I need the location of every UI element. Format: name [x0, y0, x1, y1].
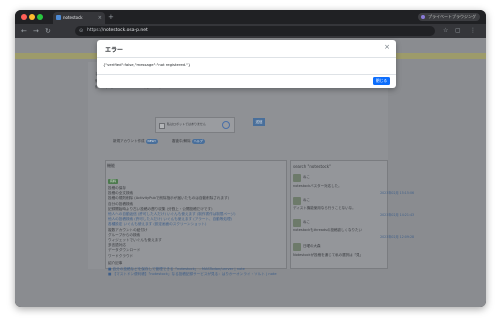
search-heading: search "notestock"	[293, 164, 331, 169]
post-body: Notestockが投稿を通じて私の選択は「見」	[293, 253, 364, 257]
minimize-window-button[interactable]	[29, 14, 35, 20]
tab-bar: notestock × + プライベートブラウジング	[15, 10, 486, 24]
lock-icon: ⊝	[79, 28, 84, 34]
feature-item: ワードクラウド	[108, 253, 134, 258]
avatar[interactable]	[293, 243, 301, 251]
post-date[interactable]: 2023年02月 15:15:06	[380, 190, 414, 195]
recaptcha-label: 私はロボットではありません	[167, 122, 206, 126]
avatar[interactable]	[293, 219, 301, 227]
modal-title: エラー	[105, 47, 124, 54]
help-badge: ヘルプ	[191, 139, 205, 144]
modal-divider	[97, 74, 396, 75]
back-button[interactable]: ←	[21, 26, 27, 36]
tab-title: notestock	[63, 15, 83, 20]
browser-toolbar: ← → ↻ ⊝ https://notestock.osa-p.net ☆ ▢ …	[15, 24, 486, 38]
tab-close-icon[interactable]: ×	[98, 12, 102, 24]
modal-close-icon[interactable]: ×	[384, 43, 390, 51]
private-mode-icon	[421, 15, 425, 19]
post-user[interactable]: ねこ	[303, 198, 310, 203]
new-account-link[interactable]: 新規アカウント作成 NEW!	[113, 138, 158, 145]
zoom-window-button[interactable]	[37, 14, 43, 20]
forward-button[interactable]: →	[33, 26, 39, 36]
address-bar[interactable]: ⊝ https://notestock.osa-p.net	[75, 26, 435, 36]
extensions-icon[interactable]: ▢	[455, 26, 461, 36]
bookmark-star-icon[interactable]: ☆	[443, 26, 448, 36]
post-user[interactable]: 日曜の大森	[303, 244, 321, 249]
intro-heading: 紹介記事	[108, 260, 123, 265]
new-account-label: 新規アカウント作成	[113, 139, 145, 143]
modal-close-button[interactable]: 閉じる	[373, 77, 390, 85]
features-heading: 機能	[107, 163, 115, 168]
post-body: ディスト機能使用なら行うことないな。	[293, 206, 356, 210]
intro-link[interactable]: ■ 【マストドン便利帳】「notestock」なる投稿記録サービスが見る：はりか…	[108, 272, 277, 277]
send-button[interactable]: 送信	[253, 118, 265, 126]
post-user[interactable]: ねこ	[303, 220, 310, 225]
avatar[interactable]	[293, 174, 301, 182]
new-badge: NEW!	[145, 139, 158, 144]
reload-button[interactable]: ↻	[45, 26, 51, 36]
url-prefix: https://	[87, 28, 104, 33]
post-body: notestockバスター対応した。	[293, 184, 342, 188]
post-date[interactable]: 2023年02月 12:09:28	[380, 234, 414, 239]
menu-button[interactable]: ⋮	[470, 26, 476, 36]
paid-tag: 有料	[108, 179, 119, 184]
recaptcha-checkbox[interactable]	[159, 123, 165, 129]
review-link[interactable]: 審査中/解除 ヘルプ	[172, 138, 205, 145]
modal-divider	[97, 57, 396, 58]
close-window-button[interactable]	[21, 14, 27, 20]
favicon-icon	[56, 15, 61, 20]
recaptcha-logo-icon	[222, 121, 230, 129]
profile-label: プライベートブラウジング	[428, 14, 476, 19]
post-body: notestockもthreadsの投稿欲しくなりたい	[293, 228, 362, 232]
private-profile-badge[interactable]: プライベートブラウジング	[418, 13, 480, 21]
avatar[interactable]	[293, 197, 301, 205]
review-label: 審査中/解除	[172, 139, 191, 143]
modal-message: {"verified":false,"message":"not registe…	[103, 62, 191, 67]
tab-notestock[interactable]: notestock ×	[53, 12, 105, 24]
error-modal: エラー × {"verified":false,"message":"not r…	[97, 40, 396, 88]
post-date[interactable]: 2023年02月 14:21:43	[380, 212, 414, 217]
new-tab-button[interactable]: +	[108, 12, 114, 22]
post-user[interactable]: ねこ	[303, 175, 310, 180]
url-host: notestock.osa-p.net	[103, 28, 148, 33]
recaptcha-widget[interactable]: 私はロボットではありません	[155, 117, 235, 133]
